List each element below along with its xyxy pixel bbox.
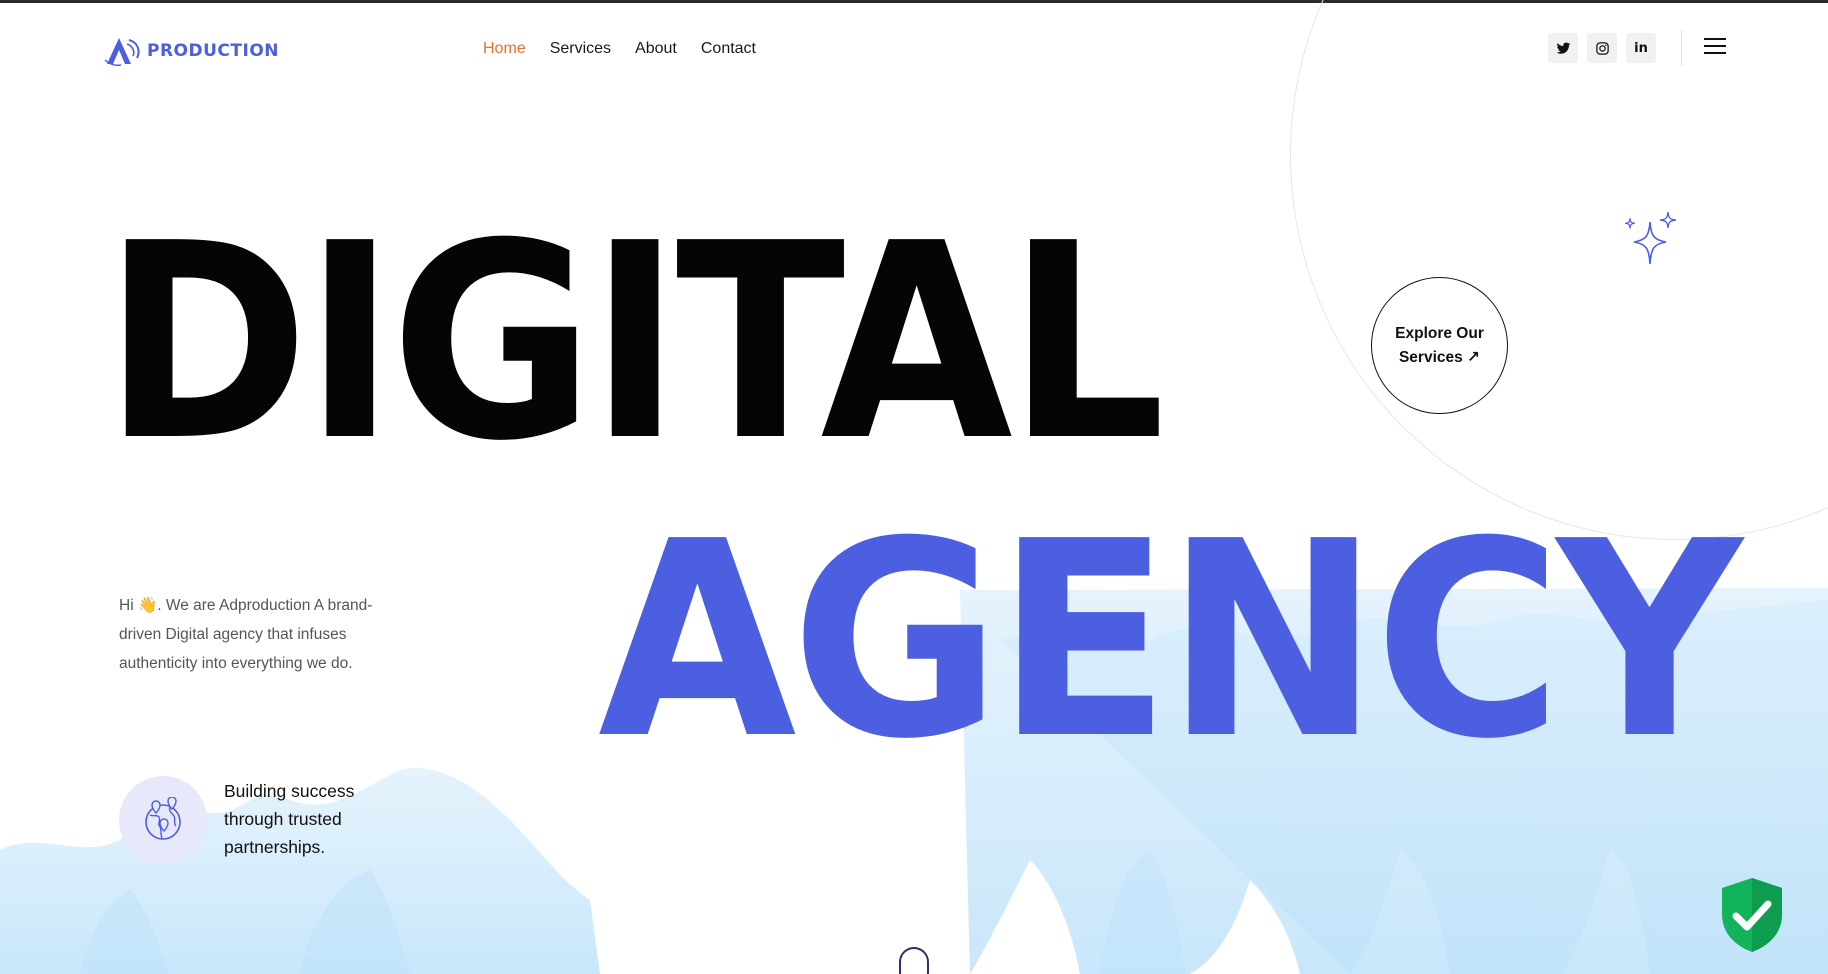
linkedin-icon: in bbox=[1634, 40, 1648, 56]
feature-icon-badge bbox=[119, 776, 207, 864]
nav-home[interactable]: Home bbox=[483, 40, 526, 58]
logo-text: PRODUCTION bbox=[147, 41, 279, 61]
logo-mark-icon bbox=[104, 38, 140, 66]
sparkle-icon bbox=[1624, 211, 1677, 265]
social-links: in bbox=[1548, 33, 1656, 63]
instagram-icon bbox=[1595, 41, 1609, 55]
page: PRODUCTION Home Services About Contact i… bbox=[0, 0, 1828, 974]
partnership-feature: Building success through trusted partner… bbox=[119, 776, 384, 864]
instagram-button[interactable] bbox=[1587, 33, 1617, 63]
explore-services-button[interactable]: Explore Our Services ↗ bbox=[1371, 277, 1508, 414]
globe-location-icon bbox=[145, 797, 181, 840]
logo[interactable]: PRODUCTION bbox=[103, 34, 279, 68]
hero-headline-agency: AGENCY bbox=[598, 483, 1742, 798]
linkedin-button[interactable]: in bbox=[1626, 33, 1656, 63]
scroll-down-indicator[interactable] bbox=[899, 947, 929, 974]
explore-services-label: Explore Our Services ↗ bbox=[1395, 324, 1484, 366]
hamburger-menu-button[interactable] bbox=[1704, 38, 1726, 58]
header-divider bbox=[1681, 30, 1682, 66]
main-nav: Home Services About Contact bbox=[483, 40, 756, 58]
hero-headline-digital: DIGITAL bbox=[103, 185, 1165, 500]
menu-line-icon bbox=[1704, 45, 1726, 47]
nav-contact[interactable]: Contact bbox=[701, 40, 756, 58]
feature-text: Building success through trusted partner… bbox=[224, 781, 355, 857]
menu-line-icon bbox=[1704, 38, 1726, 40]
menu-line-icon bbox=[1704, 52, 1726, 54]
nav-services[interactable]: Services bbox=[550, 40, 611, 58]
nav-about[interactable]: About bbox=[635, 40, 677, 58]
decorative-circle bbox=[1290, 0, 1828, 540]
security-shield-icon[interactable] bbox=[1718, 876, 1786, 954]
twitter-icon bbox=[1556, 42, 1570, 54]
twitter-button[interactable] bbox=[1548, 33, 1578, 63]
intro-text: Hi 👋. We are Adproduction A brand-driven… bbox=[119, 597, 373, 672]
